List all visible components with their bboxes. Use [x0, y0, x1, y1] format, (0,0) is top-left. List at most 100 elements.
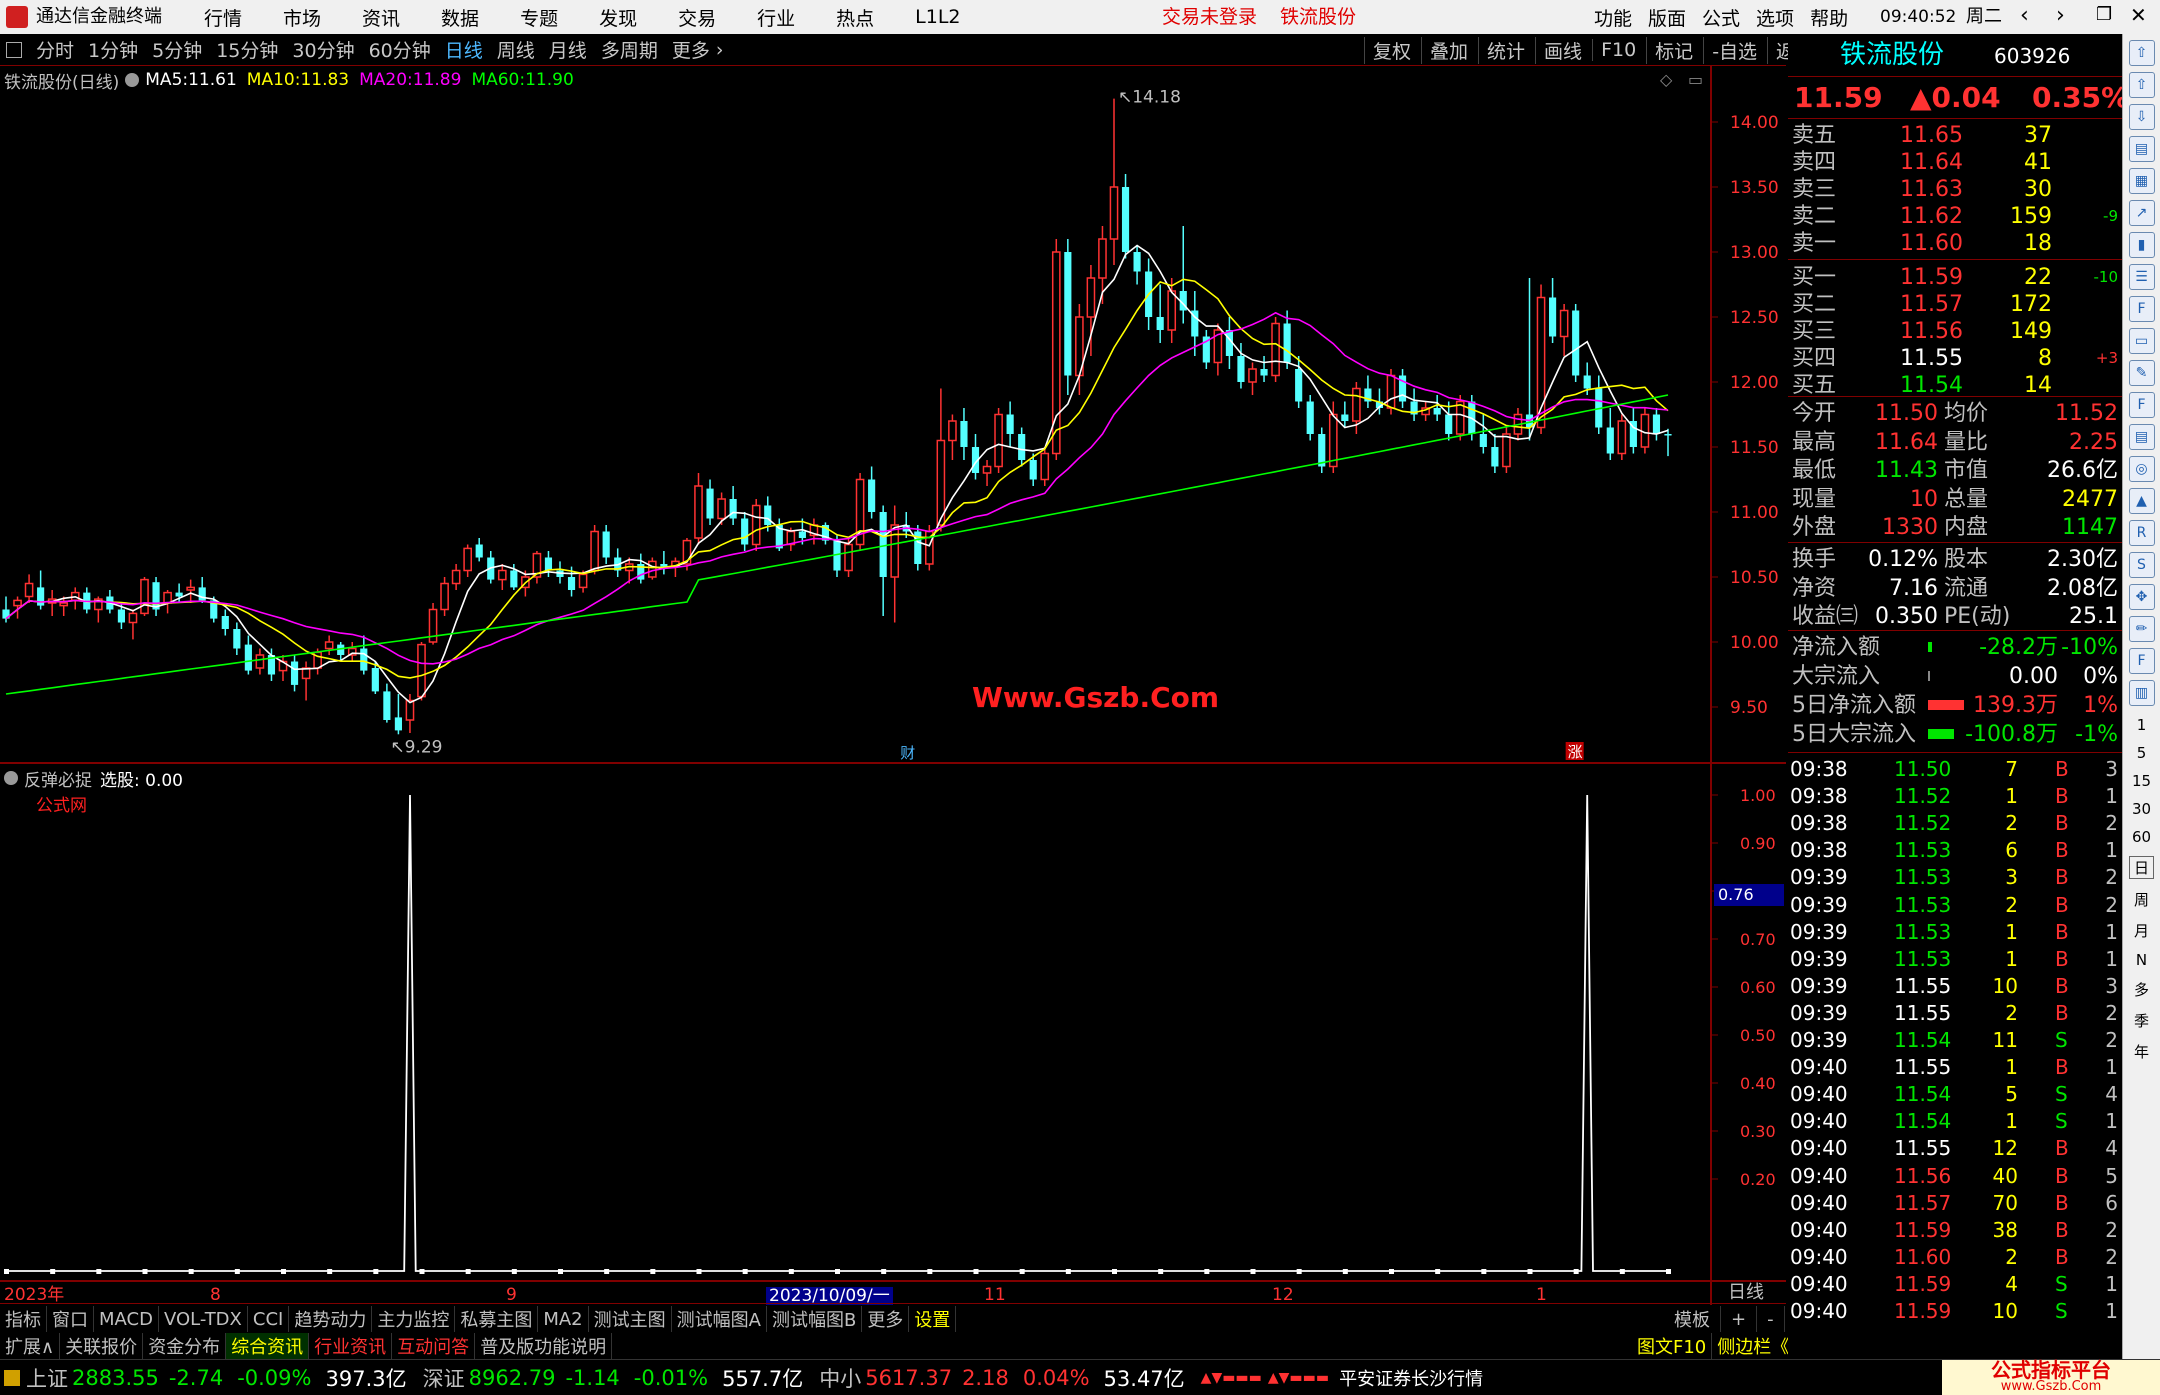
fs2-icon[interactable]: F — [2128, 648, 2155, 674]
side-period-10[interactable]: 季 — [2123, 1010, 2160, 1031]
indicator-tab-11[interactable]: 测试幅图B — [767, 1306, 863, 1332]
side-period-11[interactable]: 年 — [2123, 1041, 2160, 1062]
period-9[interactable]: 多周期 — [595, 36, 664, 63]
forward-icon[interactable]: › — [2056, 5, 2065, 27]
grid-icon[interactable]: ▦ — [2128, 168, 2155, 194]
sidebar-tab-1[interactable]: 侧边栏《 — [1712, 1333, 1796, 1359]
tool-5[interactable]: 标记 — [1646, 36, 1701, 64]
period-0[interactable]: 分时 — [30, 36, 80, 63]
indicator-tab-2[interactable]: MACD — [94, 1306, 159, 1332]
up-icon[interactable]: ⇧ — [2128, 40, 2155, 66]
side-period-0[interactable]: 1 — [2123, 716, 2160, 734]
period-4[interactable]: 30分钟 — [286, 36, 360, 63]
move-icon[interactable]: ✥ — [2128, 584, 2155, 610]
menu-3[interactable]: 数据 — [433, 4, 487, 31]
tool-4[interactable]: F10 — [1592, 39, 1644, 61]
period-7[interactable]: 周线 — [491, 36, 541, 63]
menu-5[interactable]: 发现 — [591, 4, 645, 31]
bid-row[interactable]: 买一 11.59 22 -10 — [1788, 264, 2122, 291]
side-period-5[interactable]: 日 — [2129, 856, 2154, 879]
template-control-1[interactable]: + — [1721, 1306, 1758, 1332]
indicator-toggle-icon[interactable] — [4, 771, 18, 785]
period-3[interactable]: 15分钟 — [210, 36, 284, 63]
period-1[interactable]: 1分钟 — [82, 36, 144, 63]
extension-tab-6[interactable]: 普及版功能说明 — [475, 1333, 613, 1359]
template-control-0[interactable]: 模板 — [1664, 1306, 1721, 1332]
graph-icon[interactable]: ▲ — [2128, 488, 2155, 514]
close-icon[interactable]: ✕ — [2130, 5, 2147, 25]
indicator-tab-4[interactable]: CCI — [248, 1306, 290, 1332]
indicator-tab-0[interactable]: 指标 — [0, 1306, 47, 1332]
tool-3[interactable]: 画线 — [1535, 36, 1590, 64]
right-menu-2[interactable]: 公式 — [1694, 4, 1748, 31]
down-arrow-icon[interactable]: ⇩ — [2128, 104, 2155, 130]
ask-row[interactable]: 卖三 11.63 30 — [1788, 176, 2122, 203]
status-icon[interactable] — [4, 1369, 20, 1386]
right-menu-3[interactable]: 选项 — [1748, 4, 1802, 31]
panel-toggle-icon[interactable] — [6, 41, 22, 58]
side-period-9[interactable]: 多 — [2123, 979, 2160, 1000]
period-2[interactable]: 5分钟 — [146, 36, 208, 63]
bars-icon[interactable]: ▥ — [2128, 680, 2155, 706]
indicator-tab-9[interactable]: 测试主图 — [589, 1306, 672, 1332]
more-chevron-icon[interactable]: › — [716, 39, 724, 61]
tool-0[interactable]: 复权 — [1364, 36, 1419, 64]
tool-1[interactable]: 叠加 — [1421, 36, 1476, 64]
ask-row[interactable]: 卖二 11.62 159 -9 — [1788, 203, 2122, 230]
up-arrow-icon[interactable]: ⇧ — [2128, 72, 2155, 98]
chart-area[interactable]: ↖14.18↖9.29 财涨 14.0013.5013.0012.5012.001… — [0, 66, 1786, 1305]
tool-2[interactable]: 统计 — [1478, 36, 1533, 64]
template-control-2[interactable]: - — [1757, 1306, 1785, 1332]
sh-index-label[interactable]: 上证 — [26, 1363, 68, 1393]
period-10[interactable]: 更多 — [666, 36, 716, 63]
indicator-tab-10[interactable]: 测试幅图A — [672, 1306, 767, 1332]
extension-tab-3[interactable]: 综合资讯 — [226, 1333, 310, 1359]
right-menu-4[interactable]: 帮助 — [1802, 4, 1856, 31]
bid-row[interactable]: 买四 11.55 8 +3 — [1788, 345, 2122, 372]
side-period-8[interactable]: N — [2123, 951, 2160, 969]
marker-cai[interactable]: 财 — [900, 744, 915, 762]
bid-row[interactable]: 买五 11.54 14 — [1788, 372, 2122, 399]
tool-6[interactable]: -自选 — [1703, 36, 1765, 64]
menu-1[interactable]: 市场 — [275, 4, 329, 31]
list-icon[interactable]: ☰ — [2128, 264, 2155, 290]
menu-6[interactable]: 交易 — [670, 4, 724, 31]
menu-2[interactable]: 资讯 — [354, 4, 408, 31]
note-icon[interactable]: ✎ — [2128, 360, 2155, 386]
ma-toggle-icon[interactable] — [125, 73, 140, 87]
ask-row[interactable]: 卖四 11.64 41 — [1788, 149, 2122, 176]
circle-icon[interactable]: ◎ — [2128, 456, 2155, 482]
pen-icon[interactable]: ✏ — [2128, 616, 2155, 642]
f10-icon[interactable]: F — [2128, 296, 2155, 322]
fs-icon[interactable]: ▤ — [2128, 424, 2155, 450]
extension-tab-2[interactable]: 资金分布 — [143, 1333, 227, 1359]
indicator-tab-3[interactable]: VOL-TDX — [159, 1306, 248, 1332]
ask-row[interactable]: 卖五 11.65 37 — [1788, 122, 2122, 149]
restore-icon[interactable]: ❐ — [2096, 6, 2112, 24]
chart-icon[interactable]: ▤ — [2128, 136, 2155, 162]
menu-0[interactable]: 行情 — [196, 4, 250, 31]
right-menu-0[interactable]: 功能 — [1586, 4, 1640, 31]
zx-index-label[interactable]: 中小 — [819, 1363, 861, 1393]
bid-row[interactable]: 买三 11.56 149 — [1788, 318, 2122, 345]
indicator-tab-7[interactable]: 私募主图 — [455, 1306, 539, 1332]
ask-row[interactable]: 卖一 11.60 18 — [1788, 230, 2122, 257]
period-6[interactable]: 日线 — [439, 36, 489, 63]
indicator-tab-8[interactable]: MA2 — [538, 1306, 589, 1332]
doc-icon[interactable]: ▭ — [2128, 328, 2155, 354]
indicator-tab-1[interactable]: 窗口 — [47, 1306, 94, 1332]
candle-icon[interactable]: ▮ — [2128, 232, 2155, 258]
chart-options-icon[interactable]: ◇ — [1660, 72, 1672, 88]
side-period-4[interactable]: 60 — [2123, 828, 2160, 846]
indicator-tab-12[interactable]: 更多 — [862, 1306, 910, 1332]
side-period-2[interactable]: 15 — [2123, 772, 2160, 790]
indicator-tab-13[interactable]: 设置 — [909, 1306, 957, 1332]
menu-7[interactable]: 行业 — [749, 4, 803, 31]
trade-status[interactable]: 交易未登录 — [1162, 8, 1257, 27]
rsi-icon[interactable]: R — [2128, 520, 2155, 546]
side-period-6[interactable]: 周 — [2123, 889, 2160, 910]
marker-zhang[interactable]: 涨 — [1568, 743, 1583, 761]
menu-4[interactable]: 专题 — [512, 4, 566, 31]
period-5[interactable]: 60分钟 — [363, 36, 437, 63]
side-period-7[interactable]: 月 — [2123, 920, 2160, 941]
